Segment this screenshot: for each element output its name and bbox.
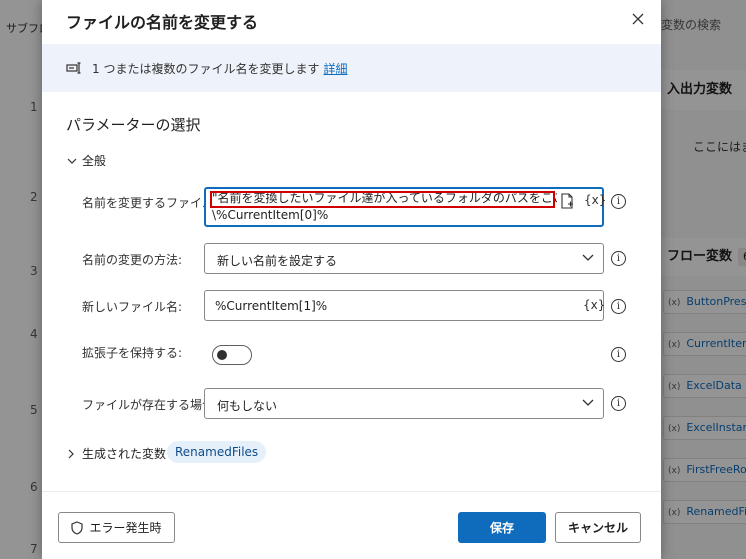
files-input-line2: \%CurrentItem[0]% <box>212 208 329 222</box>
general-group-label: 全般 <box>82 154 107 168</box>
keep-extension-label: 拡張子を保持する: <box>82 346 183 360</box>
keep-extension-toggle[interactable] <box>212 345 252 365</box>
info-icon[interactable]: i <box>611 251 626 266</box>
save-button[interactable]: 保存 <box>458 512 546 543</box>
info-icon[interactable]: i <box>611 347 626 362</box>
footer-divider <box>42 491 661 492</box>
insert-variable-button[interactable]: {x} <box>583 298 605 312</box>
info-banner: 1 つまたは複数のファイル名を変更します 詳細 <box>42 44 661 92</box>
cancel-button[interactable]: キャンセル <box>555 512 641 543</box>
close-icon <box>632 13 644 25</box>
toggle-knob <box>217 350 227 360</box>
new-name-input[interactable]: %CurrentItem[1]% {x} <box>204 290 605 321</box>
section-title: パラメーターの選択 <box>66 116 201 134</box>
info-icon[interactable]: i <box>611 299 626 314</box>
insert-variable-button[interactable]: {x} <box>584 193 606 207</box>
info-icon[interactable]: i <box>611 396 626 411</box>
dialog-title: ファイルの名前を変更する <box>66 13 259 32</box>
generated-variables-toggle[interactable]: 生成された変数 <box>66 445 166 462</box>
if-exists-label: ファイルが存在する場合: <box>82 398 219 412</box>
new-name-value: %CurrentItem[1]% <box>215 299 328 313</box>
rename-files-dialog: ファイルの名前を変更する 1 つまたは複数のファイル名を変更します 詳細 パラメー… <box>42 0 661 559</box>
info-icon[interactable]: i <box>611 194 626 209</box>
files-label: 名前を変更するファイル: <box>82 196 219 210</box>
method-label: 名前の変更の方法: <box>82 253 183 267</box>
generated-variables-label: 生成された変数 <box>82 447 167 461</box>
chevron-right-icon <box>68 449 74 458</box>
shield-icon <box>71 520 84 535</box>
chevron-down-icon <box>67 158 77 164</box>
close-button[interactable] <box>626 8 650 32</box>
files-input[interactable]: "名前を変換したいファイル達が入っているフォルダのパスをここにコピペ \%Cur… <box>204 187 606 227</box>
general-group-toggle[interactable]: 全般 <box>66 152 106 169</box>
on-error-label: エラー発生時 <box>89 521 162 535</box>
generated-variable-pill[interactable]: RenamedFiles <box>167 441 267 463</box>
if-exists-select-value: 何もしない <box>217 399 278 413</box>
chevron-down-icon <box>582 254 594 261</box>
highlight-box <box>210 191 555 208</box>
details-link[interactable]: 詳細 <box>323 62 347 76</box>
if-exists-select[interactable]: 何もしない <box>204 388 604 419</box>
file-picker-icon[interactable] <box>560 193 574 209</box>
method-select-value: 新しい名前を設定する <box>217 254 338 268</box>
rename-action-icon <box>66 62 81 74</box>
chevron-down-icon <box>582 399 594 406</box>
method-select[interactable]: 新しい名前を設定する <box>204 243 604 274</box>
info-text: 1 つまたは複数のファイル名を変更します 詳細 <box>92 62 348 76</box>
new-name-label: 新しいファイル名: <box>82 300 183 314</box>
on-error-button[interactable]: エラー発生時 <box>58 512 175 543</box>
